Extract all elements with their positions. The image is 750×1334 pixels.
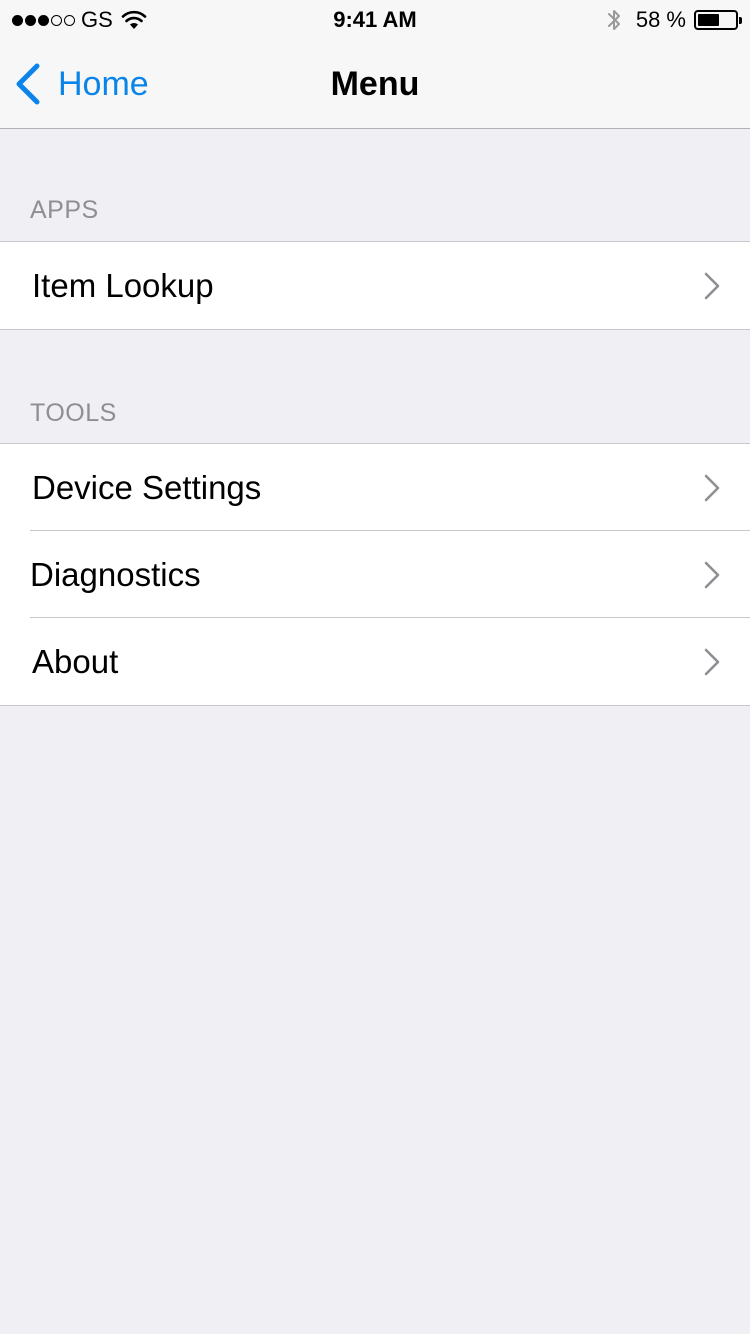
chevron-right-icon	[704, 648, 720, 675]
chevron-right-icon	[704, 474, 720, 501]
back-button-label: Home	[58, 64, 149, 103]
navigation-bar: Home Menu	[0, 40, 750, 129]
menu-item-label: About	[32, 642, 119, 680]
battery-percent: 58 %	[635, 7, 686, 32]
menu-item-label: Device Settings	[32, 468, 262, 506]
battery-icon	[694, 10, 742, 30]
bluetooth-icon	[607, 10, 620, 30]
section-header-tools: TOOLS	[30, 399, 117, 427]
apps-group: Item Lookup	[0, 241, 750, 330]
status-bar: GS 9:41 AM 58 %	[0, 0, 750, 40]
menu-item-label: Diagnostics	[30, 555, 201, 593]
status-right: 58 %	[606, 6, 742, 34]
chevron-left-icon	[16, 63, 40, 105]
menu-item-label: Item Lookup	[32, 266, 214, 304]
menu-item-diagnostics[interactable]: Diagnostics	[0, 530, 750, 618]
section-header-apps: APPS	[30, 196, 99, 224]
chevron-right-icon	[704, 272, 720, 299]
menu-item-item-lookup[interactable]: Item Lookup	[0, 242, 750, 329]
battery-fill	[698, 14, 719, 26]
chevron-right-icon	[704, 561, 720, 588]
tools-group: Device Settings Diagnostics About	[0, 443, 750, 706]
battery-nub	[739, 17, 742, 24]
menu-item-about[interactable]: About	[0, 617, 750, 705]
back-button[interactable]: Home	[14, 40, 149, 128]
menu-item-device-settings[interactable]: Device Settings	[0, 444, 750, 531]
